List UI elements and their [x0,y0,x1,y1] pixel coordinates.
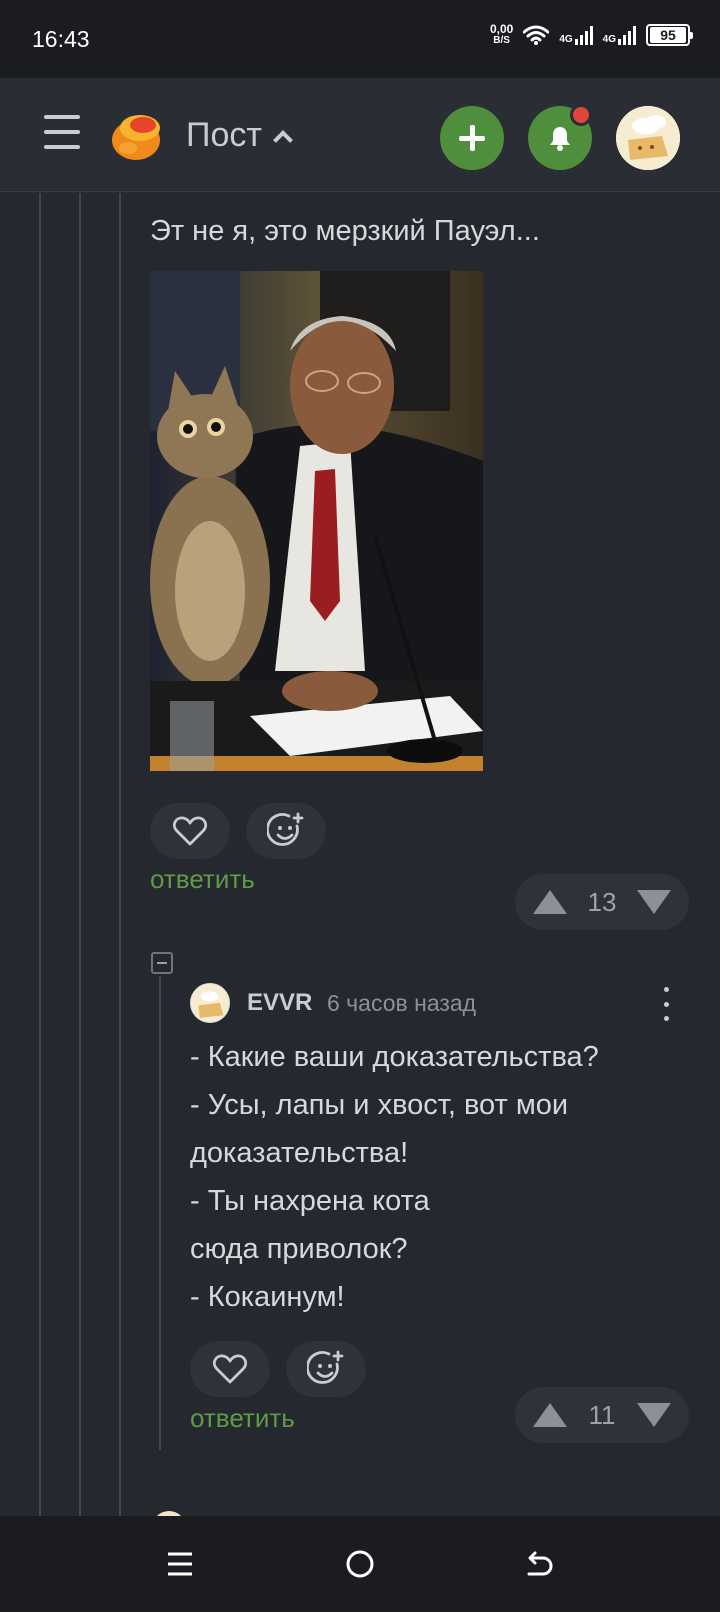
battery-icon: 95 [646,24,693,46]
signal-bars-icon [574,25,593,45]
add-reaction-button[interactable] [246,803,326,859]
comment-line: - Ты нахрена кота [190,1185,430,1217]
heart-icon [213,1354,247,1384]
menu-icon[interactable] [44,115,80,149]
network-speed-unit: B/S [493,35,510,46]
comment-line: - Какие ваши доказательства? [190,1041,599,1073]
like-button[interactable] [190,1341,270,1397]
comment-photo [150,271,483,771]
reply-link[interactable]: ответить [190,1403,295,1434]
notifications-button[interactable] [528,104,592,170]
thread-line [159,976,161,1450]
system-nav-bar [0,1516,720,1612]
back-icon [527,1551,553,1576]
signal-bars-icon [618,25,636,45]
recent-apps-icon [168,1552,192,1576]
bell-icon [550,127,570,151]
comment-text: Эт не я, это мерзкий Пауэл... [150,215,540,247]
add-emoji-icon [307,1350,344,1384]
thread-line [119,193,121,1516]
network-speed-value: 0,00 [489,22,514,36]
wifi-icon [523,25,550,45]
comment-line: сюда приволок? [190,1233,408,1265]
comments-thread: Эт не я, это мерзкий Пауэл... ответить 1… [0,193,720,1516]
comment-image[interactable] [150,271,483,771]
heart-icon [173,816,207,846]
collapse-icon[interactable] [151,952,173,974]
more-vertical-icon[interactable] [660,987,672,1021]
status-icons: 0,00 B/S 4G 4G 95 [489,22,693,46]
thread-line [79,193,81,1516]
comment-body: - Какие ваши доказательства? - Усы, лапы… [190,1033,599,1321]
status-time: 16:43 [32,26,90,52]
add-emoji-icon [267,812,304,846]
create-post-button[interactable] [440,106,504,170]
app-header: Пост [0,78,720,192]
status-bar: 16:43 0,00 B/S 4G 4G 95 [0,0,720,78]
pikabu-logo[interactable] [110,108,166,162]
home-button[interactable] [338,1542,382,1586]
comment-line: - Усы, лапы и хвост, вот мои [190,1089,569,1121]
add-reaction-button[interactable] [286,1341,366,1397]
back-button[interactable] [518,1542,562,1586]
avatar-image [616,106,680,170]
avatar[interactable] [190,983,230,1023]
comment-rating: 11 [515,1387,689,1443]
home-icon [346,1550,374,1578]
comment-line: доказательства! [190,1137,409,1169]
cell-signal-2-label: 4G [602,34,616,45]
thread-line [39,193,41,1516]
battery-level: 95 [650,27,686,43]
cell-signal-2: 4G [603,25,636,45]
avatar-image [191,984,229,1022]
arrow-down-icon[interactable] [636,890,671,914]
comment-rating: 13 [515,874,689,930]
cell-signal-1: 4G [559,25,593,45]
user-avatar[interactable] [616,106,680,170]
page-title[interactable]: Пост [186,116,293,155]
chevron-up-icon [273,129,293,150]
like-button[interactable] [150,803,230,859]
rating-value: 11 [588,1399,616,1430]
network-speed: 0,00 B/S [489,22,514,46]
cell-signal-1-label: 4G [559,34,573,45]
arrow-down-icon[interactable] [637,1403,671,1427]
recent-apps-button[interactable] [158,1542,202,1586]
arrow-up-icon[interactable] [533,1403,567,1427]
rating-value: 13 [587,886,617,917]
arrow-up-icon[interactable] [533,890,567,914]
comment-timestamp: 6 часов назад [327,990,477,1016]
comment-author[interactable]: EVVR [247,989,312,1017]
comment-line: - Кокаинум! [190,1281,345,1313]
notification-badge [570,104,592,126]
reply-link[interactable]: ответить [150,864,255,895]
page-title-text: Пост [186,116,262,154]
